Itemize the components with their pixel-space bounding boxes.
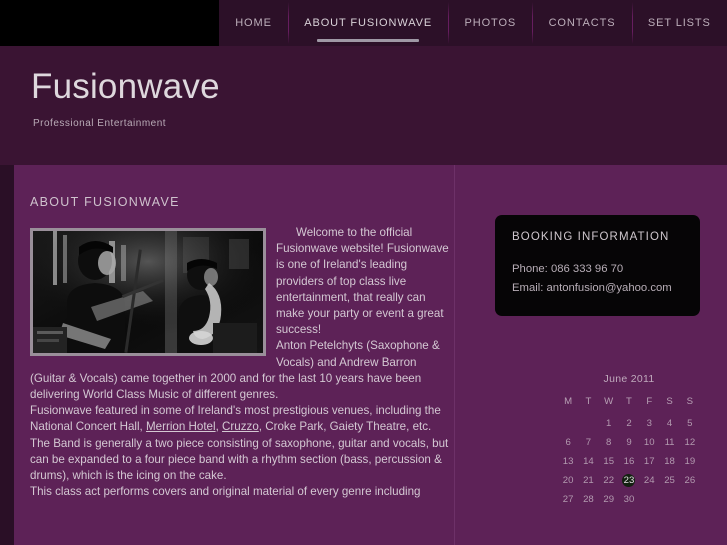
calendar-day[interactable]: 10 — [639, 433, 659, 452]
calendar-day-empty — [558, 414, 578, 433]
calendar-day-empty — [659, 490, 679, 509]
calendar-day[interactable]: 27 — [558, 490, 578, 509]
calendar-day-empty — [680, 490, 700, 509]
calendar-day[interactable]: 11 — [659, 433, 679, 452]
calendar-day[interactable]: 2 — [619, 414, 639, 433]
calendar-day-empty — [639, 490, 659, 509]
calendar-day[interactable]: 22 — [599, 471, 619, 490]
calendar-week-row: 12345 — [558, 414, 700, 433]
link-cruzzo[interactable]: Cruzzo — [222, 420, 259, 433]
calendar-day[interactable]: 8 — [599, 433, 619, 452]
booking-phone: Phone: 086 333 96 70 — [512, 263, 624, 275]
main-navigation: HOME ABOUT FUSIONWAVE PHOTOS CONTACTS SE… — [219, 0, 727, 46]
calendar-day[interactable]: 3 — [639, 414, 659, 433]
site-title: Fusionwave — [31, 67, 220, 106]
nav-item-home[interactable]: HOME — [219, 0, 288, 46]
calendar-day[interactable]: 29 — [599, 490, 619, 509]
site-tagline: Professional Entertainment — [33, 117, 167, 129]
calendar-day[interactable]: 6 — [558, 433, 578, 452]
nav-item-label: SET LISTS — [647, 17, 711, 29]
paragraph-lineup: The Band is generally a two piece consis… — [30, 436, 449, 483]
calendar-day[interactable]: 30 — [619, 490, 639, 509]
calendar-day-empty — [578, 414, 598, 433]
nav-item-contacts[interactable]: CONTACTS — [532, 0, 631, 46]
nav-item-about-fusionwave[interactable]: ABOUT FUSIONWAVE — [288, 0, 448, 46]
nav-item-label: HOME — [235, 17, 272, 29]
page-title: ABOUT FUSIONWAVE — [30, 195, 180, 209]
link-merrion-hotel[interactable]: Merrion Hotel — [146, 420, 216, 433]
calendar-day-today[interactable]: 23 — [619, 471, 639, 490]
calendar-table: M T W T F S S 1 2 3 4 5 6 7 8 9 10 11 12 13 14 15 16 17 1… — [558, 394, 700, 509]
calendar-today-marker: 23 — [622, 474, 636, 487]
venues-text-post: , Croke Park, Gaiety Theatre, etc. — [258, 420, 432, 434]
paragraph-venues: Fusionwave featured in some of Ireland's… — [30, 403, 451, 435]
calendar-day[interactable]: 9 — [619, 433, 639, 452]
nav-item-label: ABOUT FUSIONWAVE — [304, 17, 433, 29]
calendar-weekday: T — [585, 396, 592, 407]
calendar-day[interactable]: 18 — [659, 452, 679, 471]
calendar-week-row: 13 14 15 16 17 18 19 — [558, 452, 700, 471]
calendar-day[interactable]: 25 — [659, 471, 679, 490]
calendar-weekday-row: M T W T F S S — [558, 394, 700, 414]
calendar-week-row: 27 28 29 30 — [558, 490, 700, 509]
nav-item-set-lists[interactable]: SET LISTS — [631, 0, 727, 46]
booking-email: Email: antonfusion@yahoo.com — [512, 282, 672, 294]
paragraph-repertoire: This class act performs covers and origi… — [30, 485, 421, 499]
logo-block — [0, 0, 219, 46]
calendar-day[interactable]: 28 — [578, 490, 598, 509]
content-main-column: ABOUT FUSIONWAVE Welcome to the official… — [14, 165, 455, 545]
top-bar: HOME ABOUT FUSIONWAVE PHOTOS CONTACTS SE… — [0, 0, 727, 46]
calendar-weekday: T — [626, 396, 632, 407]
calendar-day[interactable]: 20 — [558, 471, 578, 490]
calendar-widget: June 2011 M T W T F S S 1 2 3 4 5 6 7 8 9 10 — [531, 373, 727, 509]
nav-item-label: PHOTOS — [464, 17, 517, 29]
band-photo-image — [33, 231, 263, 353]
nav-item-label: CONTACTS — [548, 17, 616, 29]
hero-banner: Fusionwave Professional Entertainment — [0, 46, 727, 165]
calendar-weekday: F — [646, 396, 653, 407]
calendar-weekday: S — [666, 396, 673, 407]
calendar-body: 1 2 3 4 5 6 7 8 9 10 11 12 13 14 15 16 17 18 19 20 21 22 23 24 2… — [558, 414, 700, 509]
calendar-day[interactable]: 5 — [680, 414, 700, 433]
calendar-day[interactable]: 17 — [639, 452, 659, 471]
nav-item-photos[interactable]: PHOTOS — [448, 0, 532, 46]
page-body: ABOUT FUSIONWAVE Welcome to the official… — [0, 165, 727, 545]
calendar-week-row: 20 21 22 23 24 25 26 — [558, 471, 700, 490]
calendar-caption: June 2011 — [603, 373, 655, 385]
band-photo — [30, 228, 266, 356]
content-shell: ABOUT FUSIONWAVE Welcome to the official… — [14, 165, 727, 545]
calendar-weekday: M — [564, 396, 573, 407]
booking-information-box: BOOKING INFORMATION Phone: 086 333 96 70… — [495, 215, 700, 316]
calendar-day[interactable]: 12 — [680, 433, 700, 452]
calendar-day[interactable]: 16 — [619, 452, 639, 471]
calendar-day[interactable]: 21 — [578, 471, 598, 490]
calendar-day[interactable]: 26 — [680, 471, 700, 490]
calendar-week-row: 6 7 8 9 10 11 12 — [558, 433, 700, 452]
active-nav-underline — [316, 39, 420, 42]
calendar-day[interactable]: 15 — [599, 452, 619, 471]
calendar-day[interactable]: 13 — [558, 452, 578, 471]
calendar-day[interactable]: 4 — [659, 414, 679, 433]
calendar-day[interactable]: 1 — [599, 414, 619, 433]
calendar-day[interactable]: 14 — [578, 452, 598, 471]
calendar-weekday: W — [604, 396, 614, 407]
calendar-day[interactable]: 19 — [680, 452, 700, 471]
calendar-weekday: S — [686, 396, 694, 407]
sidebar-column: BOOKING INFORMATION Phone: 086 333 96 70… — [455, 165, 727, 545]
calendar-day[interactable]: 24 — [639, 471, 659, 490]
calendar-day[interactable]: 7 — [578, 433, 598, 452]
booking-title: BOOKING INFORMATION — [512, 231, 670, 243]
